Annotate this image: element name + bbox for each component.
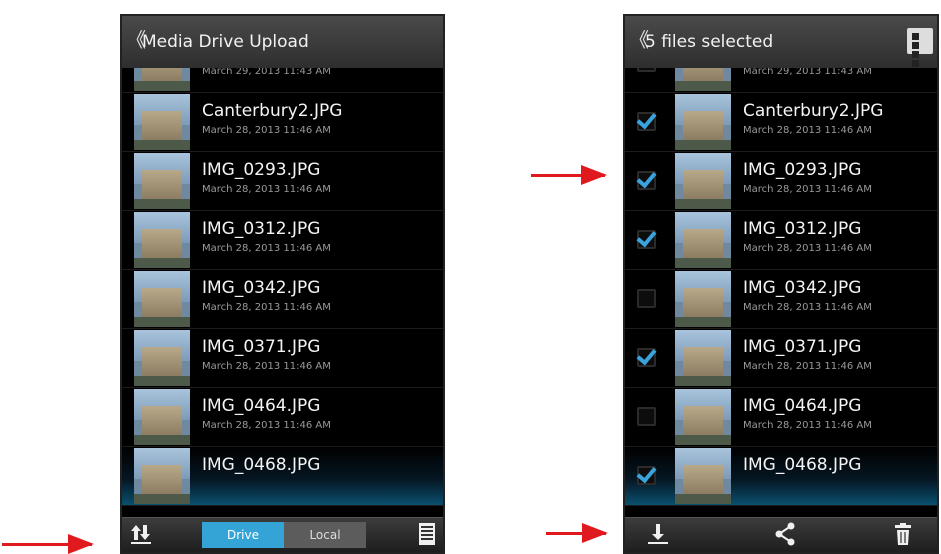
photo-thumbnail: [675, 153, 731, 209]
photo-thumbnail: [134, 68, 190, 91]
select-checkbox[interactable]: [637, 466, 656, 485]
file-name: IMG_0371.JPG: [743, 337, 862, 357]
file-date: March 28, 2013 11:46 AM: [743, 361, 872, 372]
file-row[interactable]: IMG_0371.JPG March 28, 2013 11:46 AM: [122, 329, 443, 388]
local-tab[interactable]: Local: [284, 522, 366, 548]
file-row[interactable]: IMG_0342.JPG March 28, 2013 11:46 AM: [122, 270, 443, 329]
file-date: March 28, 2013 11:46 AM: [743, 302, 872, 313]
file-row[interactable]: Canterbury2.JPG March 28, 2013 11:46 AM: [122, 93, 443, 152]
file-date: March 28, 2013 11:46 AM: [202, 361, 331, 372]
select-checkbox[interactable]: [637, 348, 656, 367]
file-row[interactable]: IMG_0464.JPG March 28, 2013 11:46 AM: [625, 388, 937, 447]
file-row[interactable]: IMG_0342.JPG March 28, 2013 11:46 AM: [625, 270, 937, 329]
photo-thumbnail: [134, 212, 190, 268]
file-row[interactable]: IMG_0371.JPG March 28, 2013 11:46 AM: [625, 329, 937, 388]
page-title: Media Drive Upload: [142, 32, 309, 52]
file-name: IMG_0293.JPG: [743, 160, 862, 180]
file-name: IMG_0464.JPG: [202, 396, 321, 416]
select-checkbox[interactable]: [637, 230, 656, 249]
page-title: 5 files selected: [645, 32, 774, 52]
file-name: IMG_0312.JPG: [743, 219, 862, 239]
photo-thumbnail: [134, 448, 190, 504]
file-name: IMG_0371.JPG: [202, 337, 321, 357]
sort-arrows-icon[interactable]: [130, 522, 152, 551]
file-date: March 28, 2013 11:46 AM: [202, 243, 331, 254]
file-list[interactable]: March 29, 2013 11:43 AM Canterbury2.JPG …: [122, 68, 443, 518]
annotation-arrow: [531, 165, 607, 185]
file-row[interactable]: IMG_0293.JPG March 28, 2013 11:46 AM: [122, 152, 443, 211]
select-checkbox[interactable]: [637, 68, 656, 72]
file-name: Canterbury2.JPG: [743, 101, 884, 121]
photo-thumbnail: [675, 448, 731, 504]
file-row[interactable]: IMG_0312.JPG March 28, 2013 11:46 AM: [625, 211, 937, 270]
file-row[interactable]: IMG_0468.JPG: [122, 447, 443, 506]
file-name: IMG_0342.JPG: [743, 278, 862, 298]
photo-thumbnail: [134, 330, 190, 386]
file-row[interactable]: IMG_0468.JPG: [625, 447, 937, 506]
file-row[interactable]: March 29, 2013 11:43 AM: [122, 68, 443, 93]
photo-thumbnail: [675, 330, 731, 386]
file-name: IMG_0468.JPG: [202, 455, 321, 475]
bottom-toolbar: Drive Local: [122, 517, 443, 552]
file-date: March 28, 2013 11:46 AM: [202, 125, 331, 136]
file-date: March 28, 2013 11:46 AM: [202, 420, 331, 431]
photo-thumbnail: [675, 271, 731, 327]
drive-tab[interactable]: Drive: [202, 522, 284, 548]
file-date: March 28, 2013 11:46 AM: [202, 184, 331, 195]
bottom-toolbar: [625, 517, 937, 552]
file-name: IMG_0468.JPG: [743, 455, 862, 475]
file-name: IMG_0312.JPG: [202, 219, 321, 239]
photo-thumbnail: [675, 212, 731, 268]
left-screen: 《 Media Drive Upload March 29, 2013 11:4…: [120, 14, 445, 554]
file-row[interactable]: IMG_0293.JPG March 28, 2013 11:46 AM: [625, 152, 937, 211]
select-checkbox[interactable]: [637, 407, 656, 426]
photo-thumbnail: [675, 389, 731, 445]
file-list[interactable]: March 29, 2013 11:43 AM Canterbury2.JPG …: [625, 68, 937, 518]
photo-thumbnail: [675, 68, 731, 91]
file-date: March 29, 2013 11:43 AM: [202, 68, 331, 77]
file-name: IMG_0342.JPG: [202, 278, 321, 298]
file-date: March 28, 2013 11:46 AM: [743, 125, 872, 136]
file-name: Canterbury2.JPG: [202, 101, 343, 121]
photo-thumbnail: [134, 271, 190, 327]
select-checkbox[interactable]: [637, 171, 656, 190]
file-date: March 28, 2013 11:46 AM: [743, 184, 872, 195]
annotation-arrow: [2, 534, 94, 554]
share-icon[interactable]: [773, 522, 797, 551]
file-row[interactable]: IMG_0464.JPG March 28, 2013 11:46 AM: [122, 388, 443, 447]
file-name: IMG_0293.JPG: [202, 160, 321, 180]
photo-thumbnail: [134, 389, 190, 445]
file-row[interactable]: IMG_0312.JPG March 28, 2013 11:46 AM: [122, 211, 443, 270]
annotation-arrow: [546, 523, 608, 543]
file-date: March 28, 2013 11:46 AM: [743, 243, 872, 254]
title-bar: 《 5 files selected: [625, 16, 937, 69]
photo-thumbnail: [134, 94, 190, 150]
select-checkbox[interactable]: [637, 112, 656, 131]
download-icon[interactable]: [647, 522, 669, 551]
photo-thumbnail: [134, 153, 190, 209]
title-bar: 《 Media Drive Upload: [122, 16, 443, 69]
file-row[interactable]: Canterbury2.JPG March 28, 2013 11:46 AM: [625, 93, 937, 152]
grid-view-icon[interactable]: [907, 28, 933, 67]
right-screen: 《 5 files selected March 29, 2013 11:43 …: [623, 14, 939, 554]
file-row[interactable]: March 29, 2013 11:43 AM: [625, 68, 937, 93]
file-date: March 28, 2013 11:46 AM: [202, 302, 331, 313]
list-view-icon[interactable]: [419, 523, 435, 545]
photo-thumbnail: [675, 94, 731, 150]
select-checkbox[interactable]: [637, 289, 656, 308]
trash-icon[interactable]: [893, 522, 913, 551]
file-name: IMG_0464.JPG: [743, 396, 862, 416]
file-date: March 28, 2013 11:46 AM: [743, 420, 872, 431]
file-date: March 29, 2013 11:43 AM: [743, 68, 872, 77]
